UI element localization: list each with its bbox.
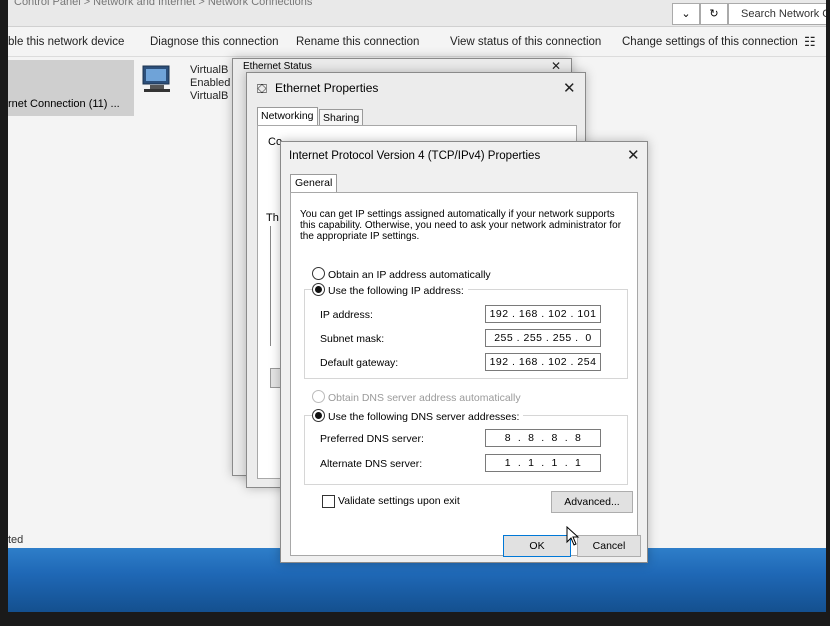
radio-indicator: [312, 283, 325, 296]
validate-label: Validate settings upon exit: [338, 495, 460, 507]
dialog-title: Internet Protocol Version 4 (TCP/IPv4) P…: [289, 150, 541, 162]
command-change-settings[interactable]: Change settings of this connection: [622, 36, 798, 48]
tab-general[interactable]: General: [290, 174, 338, 193]
radio-indicator: [312, 267, 325, 280]
view-options-icon[interactable]: ☷: [804, 34, 816, 50]
alternate-dns-label: Alternate DNS server:: [320, 458, 423, 470]
use-following-dns-radio[interactable]: Use the following DNS server addresses:: [312, 409, 524, 423]
ipv4-properties-dialog: Internet Protocol Version 4 (TCP/IPv4) P…: [280, 141, 648, 563]
ethernet-properties-title: Ethernet Properties: [275, 81, 379, 95]
search-input[interactable]: Search Network Connections: [728, 3, 826, 25]
use-following-dns-label: Use the following DNS server addresses:: [328, 411, 520, 423]
obtain-dns-auto-label: Obtain DNS server address automatically: [328, 392, 521, 404]
network-adapter-icon: ⛋: [257, 81, 267, 96]
close-icon[interactable]: ✕: [551, 59, 561, 73]
advanced-button[interactable]: Advanced...: [551, 491, 633, 513]
ip-address-label: IP address:: [320, 309, 373, 321]
intro-text: You can get IP settings assigned automat…: [300, 209, 622, 242]
subnet-mask-input[interactable]: 255 . 255 . 255 . 0: [485, 329, 601, 347]
adapter-device: VirtualB: [190, 90, 229, 102]
tab-sharing[interactable]: Sharing: [319, 109, 364, 126]
network-adapter-icon[interactable]: [140, 64, 174, 94]
command-rename[interactable]: Rename this connection: [296, 36, 419, 48]
use-following-ip-label: Use the following IP address:: [328, 285, 464, 297]
command-disable-device[interactable]: ble this network device: [8, 36, 124, 48]
command-bar: ble this network device Diagnose this co…: [8, 30, 826, 57]
components-label: Th: [266, 212, 279, 224]
alternate-dns-input[interactable]: 1 . 1 . 1 . 1: [485, 454, 601, 472]
radio-indicator: [312, 390, 325, 403]
close-icon[interactable]: ✕: [563, 79, 576, 97]
address-path[interactable]: Control Panel > Network and Internet > N…: [14, 0, 312, 8]
use-following-ip-radio[interactable]: Use the following IP address:: [312, 283, 468, 297]
ethernet-status-title: Ethernet Status: [243, 61, 312, 72]
obtain-dns-auto-radio[interactable]: Obtain DNS server address automatically: [312, 390, 521, 404]
close-icon[interactable]: ✕: [627, 146, 640, 164]
ip-address-input[interactable]: 192 . 168 . 102 . 101: [485, 305, 601, 323]
validate-checkbox[interactable]: [322, 495, 335, 508]
dns-group: [304, 415, 628, 485]
address-bar[interactable]: Control Panel > Network and Internet > N…: [8, 0, 826, 27]
default-gateway-label: Default gateway:: [320, 357, 399, 369]
adapter-name: VirtualB: [190, 64, 229, 76]
obtain-ip-auto-radio[interactable]: Obtain an IP address automatically: [312, 267, 491, 281]
selected-connection-label: rnet Connection (11) ...: [8, 98, 120, 110]
tab-networking[interactable]: Networking: [257, 107, 318, 126]
refresh-icon[interactable]: ↻: [700, 3, 728, 25]
adapter-status: Enabled: [190, 77, 231, 89]
obtain-ip-auto-label: Obtain an IP address automatically: [328, 269, 491, 281]
default-gateway-input[interactable]: 192 . 168 . 102 . 254: [485, 353, 601, 371]
chevron-down-icon[interactable]: ⌄: [672, 3, 700, 25]
virtualbox-adapter-text: VirtualB Enabled VirtualB: [190, 64, 230, 103]
mouse-cursor-icon: [566, 526, 580, 546]
preferred-dns-input[interactable]: 8 . 8 . 8 . 8: [485, 429, 601, 447]
ok-button[interactable]: OK: [503, 535, 571, 557]
preferred-dns-label: Preferred DNS server:: [320, 433, 424, 445]
status-bar-text: ted: [8, 534, 24, 546]
command-view-status[interactable]: View status of this connection: [450, 36, 601, 48]
general-panel: You can get IP settings assigned automat…: [290, 192, 638, 556]
radio-indicator: [312, 409, 325, 422]
command-diagnose[interactable]: Diagnose this connection: [150, 36, 279, 48]
subnet-mask-label: Subnet mask:: [320, 333, 385, 345]
cancel-button[interactable]: Cancel: [577, 535, 641, 557]
